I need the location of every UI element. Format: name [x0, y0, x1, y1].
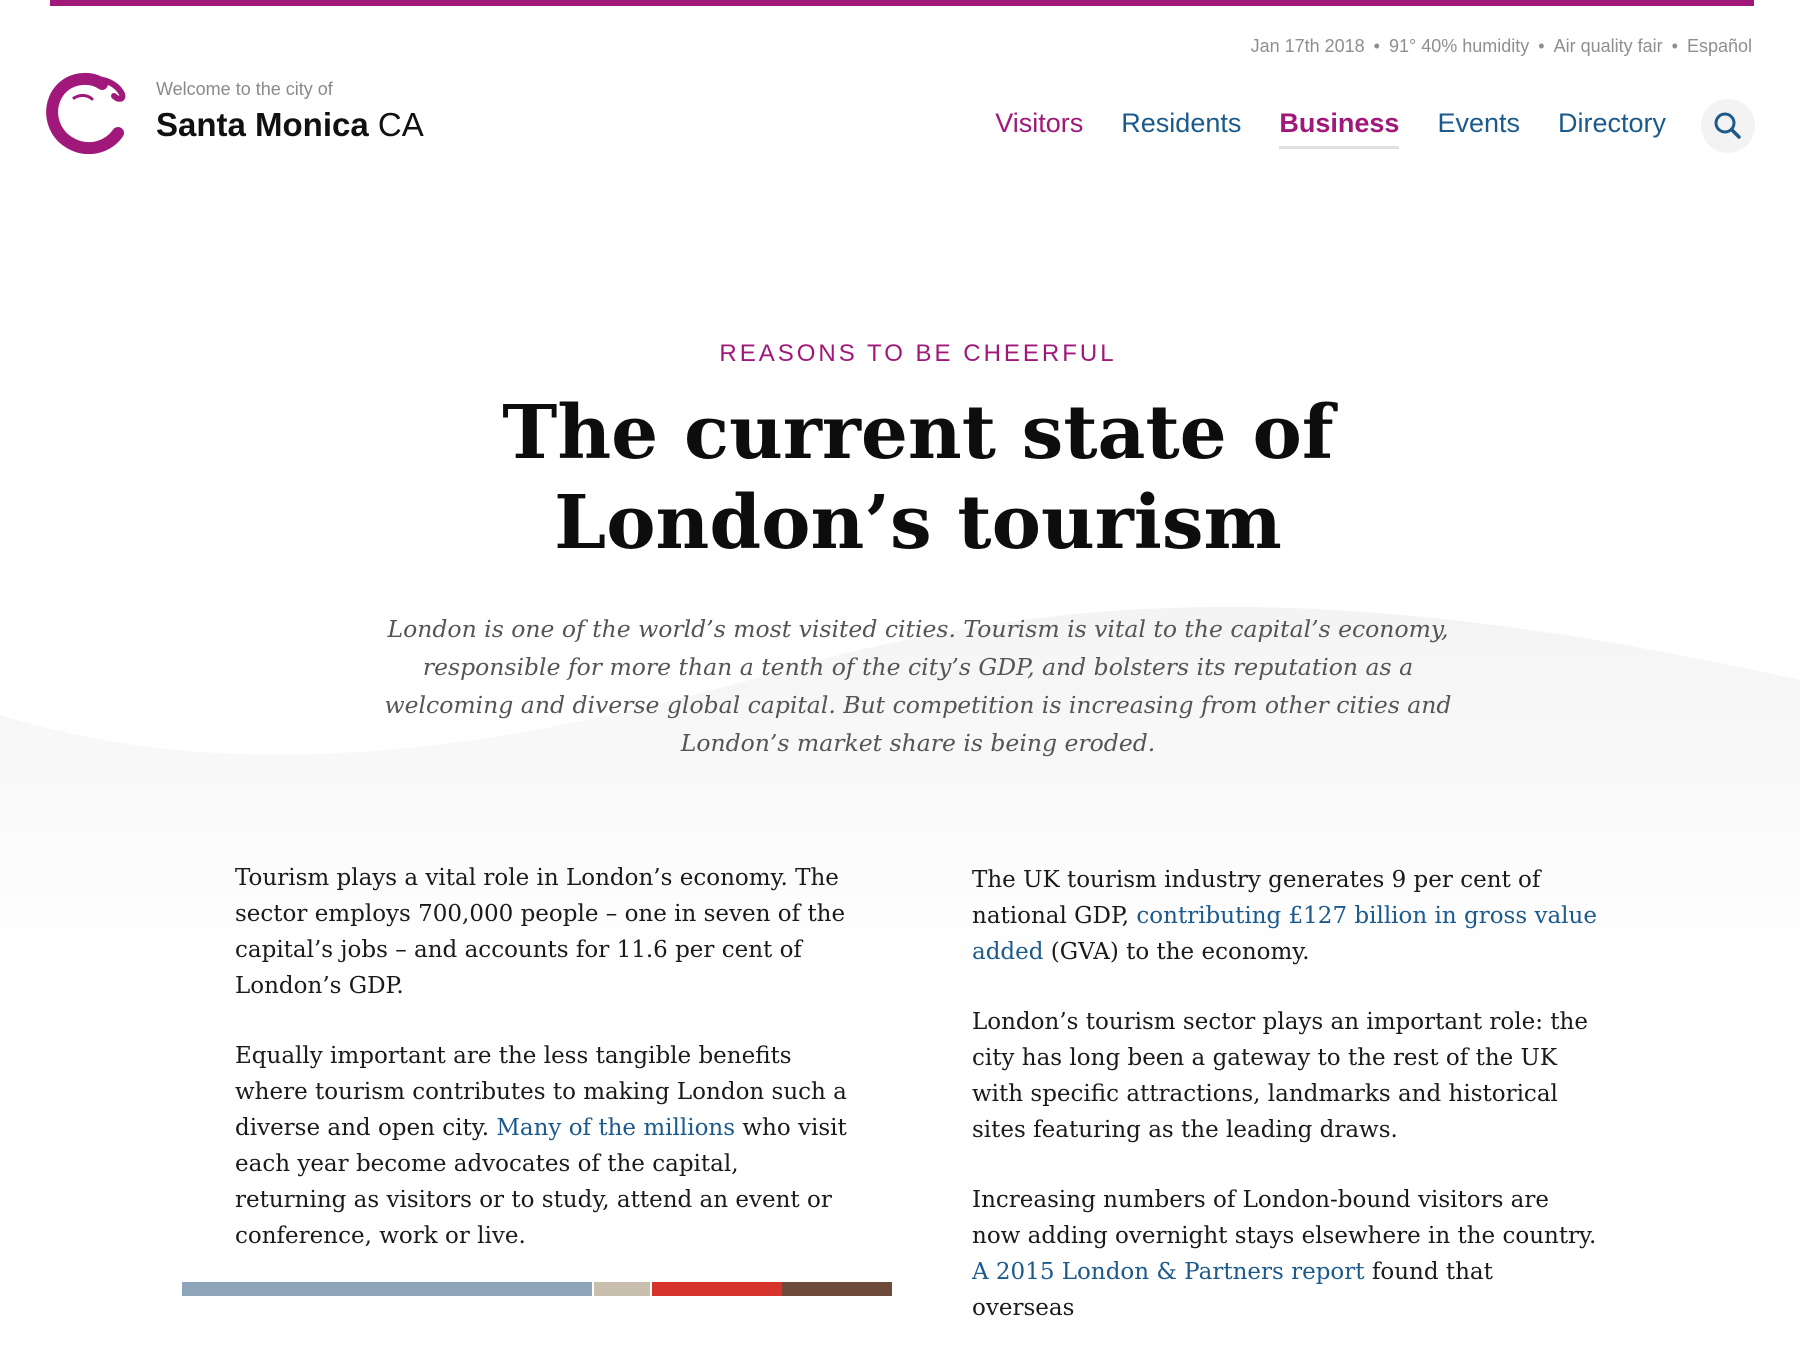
inline-link[interactable]: A 2015 London & Partners report: [972, 1259, 1365, 1285]
paragraph: Tourism plays a vital role in London’s e…: [235, 865, 846, 999]
date-text: Jan 17th 2018: [1250, 36, 1365, 56]
article-column-right: The UK tourism industry generates 9 per …: [972, 862, 1602, 1360]
site-title[interactable]: Santa Monica CA: [156, 106, 424, 144]
nav-directory[interactable]: Directory: [1558, 108, 1666, 139]
nav-residents[interactable]: Residents: [1121, 108, 1241, 139]
inline-link[interactable]: Many of the millions: [496, 1115, 735, 1141]
city-logo-icon[interactable]: [44, 68, 130, 154]
article-photo: [182, 1282, 892, 1296]
separator-dot: •: [1538, 36, 1545, 56]
language-link[interactable]: Español: [1687, 36, 1752, 56]
welcome-text: Welcome to the city of: [156, 79, 333, 99]
article-kicker: REASONS TO BE CHEERFUL: [719, 340, 1117, 367]
nav-business[interactable]: Business: [1279, 108, 1400, 149]
article-standfirst: London is one of the world’s most visite…: [384, 615, 1452, 757]
city-name: Santa Monica: [156, 106, 369, 143]
article-column-left: Tourism plays a vital role in London’s e…: [235, 860, 855, 1288]
title-line-2: London’s tourism: [554, 480, 1282, 566]
utility-bar: Jan 17th 2018 • 91° 40% humidity • Air quali…: [1251, 36, 1752, 57]
separator-dot: •: [1671, 36, 1678, 56]
paragraph: Increasing numbers of London-bound visit…: [972, 1187, 1597, 1321]
search-button[interactable]: [1701, 99, 1755, 153]
nav-visitors[interactable]: Visitors: [995, 108, 1083, 139]
separator-dot: •: [1373, 36, 1380, 56]
top-accent-bar: [50, 0, 1754, 6]
air-quality-link[interactable]: Air quality fair: [1554, 36, 1663, 56]
title-line-1: The current state of: [502, 390, 1334, 476]
search-icon: [1714, 112, 1741, 139]
nav-events[interactable]: Events: [1437, 108, 1520, 139]
weather-text: 91° 40% humidity: [1388, 36, 1530, 56]
state-code: CA: [377, 106, 424, 143]
paragraph: Equally important are the less tangible …: [235, 1043, 847, 1249]
paragraph: The UK tourism industry generates 9 per …: [972, 867, 1597, 965]
main-nav: Visitors Residents Business Events Direc…: [995, 108, 1666, 149]
article-title: The current state of London’s tourism: [0, 388, 1800, 568]
paragraph: London’s tourism sector plays an importa…: [972, 1009, 1588, 1143]
